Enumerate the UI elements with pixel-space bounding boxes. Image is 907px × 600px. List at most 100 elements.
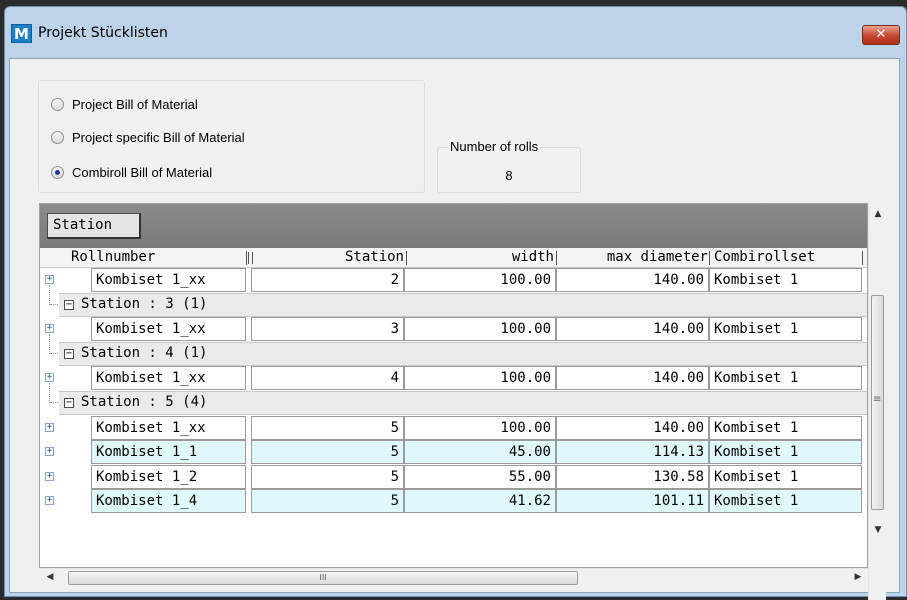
cell-width[interactable]: 100.00 (404, 416, 556, 440)
collapse-group-icon[interactable]: − (64, 349, 74, 359)
column-divider[interactable] (246, 251, 247, 265)
scroll-left-arrow-icon[interactable]: ◀ (41, 572, 59, 582)
column-divider[interactable] (709, 251, 710, 265)
horizontal-scrollbar[interactable]: ◀ III ▶ (39, 568, 868, 586)
radio-combiroll-bom[interactable]: Combiroll Bill of Material (51, 163, 212, 181)
cell-rollnumber[interactable]: Kombiset 1_xx (91, 416, 246, 440)
scroll-right-arrow-icon[interactable]: ▶ (849, 572, 867, 582)
table-row[interactable]: + Kombiset 1_xx 3 100.00 140.00 Kombiset 1 (40, 317, 867, 341)
scroll-up-arrow-icon[interactable]: ▲ (869, 209, 887, 219)
expand-row-icon[interactable]: + (45, 275, 54, 284)
collapse-group-icon[interactable]: − (64, 300, 74, 310)
title-bar[interactable]: M Projekt Stücklisten ✕ (5, 7, 906, 59)
cell-combirollset[interactable]: Kombiset 1 (709, 416, 862, 440)
table-row[interactable]: + Kombiset 1_1 5 45.00 114.13 Kombiset 1 (40, 440, 867, 464)
cell-station[interactable]: 5 (251, 416, 404, 440)
cell-station[interactable]: 4 (251, 366, 404, 390)
cell-width[interactable]: 100.00 (404, 268, 556, 292)
bom-type-group: Project Bill of Material Project specifi… (38, 80, 425, 193)
column-header-station[interactable]: Station (254, 248, 404, 268)
cell-rollnumber[interactable]: Kombiset 1_1 (91, 440, 246, 464)
radio-button-checked-icon[interactable] (51, 165, 64, 179)
cell-width[interactable]: 45.00 (404, 440, 556, 464)
cell-combirollset[interactable]: Kombiset 1 (709, 489, 862, 513)
group-by-panel: Station (40, 204, 867, 248)
cell-width[interactable]: 41.62 (404, 489, 556, 513)
scroll-down-arrow-icon[interactable]: ▼ (869, 525, 887, 535)
expand-row-icon[interactable]: + (45, 472, 54, 481)
expand-row-icon[interactable]: + (45, 373, 54, 382)
dialog-window: M Projekt Stücklisten ✕ Project Bill of … (4, 6, 907, 600)
scroll-grip-icon: ≡ (873, 394, 882, 405)
number-of-rolls-group: Number of rolls 8 (437, 139, 581, 193)
cell-station[interactable]: 3 (251, 317, 404, 341)
radio-project-bom[interactable]: Project Bill of Material (51, 95, 198, 113)
cell-max-diameter[interactable]: 130.58 (556, 465, 709, 489)
grid-header: Rollnumber Station width max diameter Co… (40, 248, 867, 268)
cell-combirollset[interactable]: Kombiset 1 (709, 366, 862, 390)
cell-combirollset[interactable]: Kombiset 1 (709, 317, 862, 341)
cell-width[interactable]: 100.00 (404, 317, 556, 341)
cell-rollnumber[interactable]: Kombiset 1_xx (91, 268, 246, 292)
radio-label: Project specific Bill of Material (72, 129, 245, 145)
cell-station[interactable]: 5 (251, 465, 404, 489)
column-divider[interactable] (556, 251, 557, 265)
column-header-max-diameter[interactable]: max diameter (560, 248, 708, 268)
cell-width[interactable]: 100.00 (404, 366, 556, 390)
number-of-rolls-label: Number of rolls (448, 139, 541, 154)
cell-station[interactable]: 2 (251, 268, 404, 292)
group-row[interactable]: − Station : 4 (1) (59, 342, 867, 366)
table-row[interactable]: + Kombiset 1_xx 4 100.00 140.00 Kombiset 1 (40, 366, 867, 390)
radio-project-specific-bom[interactable]: Project specific Bill of Material (51, 128, 245, 146)
radio-button-icon[interactable] (51, 97, 64, 111)
cell-width[interactable]: 55.00 (404, 465, 556, 489)
tree-connector (49, 383, 50, 403)
vertical-scroll-thumb[interactable]: ≡ (871, 295, 884, 510)
vertical-scrollbar[interactable]: ▲ ≡ ▼ (868, 203, 886, 600)
cell-rollnumber[interactable]: Kombiset 1_xx (91, 366, 246, 390)
expand-row-icon[interactable]: + (45, 423, 54, 432)
tree-connector (50, 402, 58, 403)
expand-row-icon[interactable]: + (45, 496, 54, 505)
group-row[interactable]: − Station : 3 (1) (59, 293, 867, 317)
table-row[interactable]: + Kombiset 1_xx 5 100.00 140.00 Kombiset 1 (40, 416, 867, 440)
radio-button-icon[interactable] (51, 130, 64, 144)
cell-rollnumber[interactable]: Kombiset 1_2 (91, 465, 246, 489)
collapse-group-icon[interactable]: − (64, 398, 74, 408)
cell-max-diameter[interactable]: 140.00 (556, 416, 709, 440)
cell-rollnumber[interactable]: Kombiset 1_4 (91, 489, 246, 513)
window-title: Projekt Stücklisten (38, 25, 168, 41)
cell-station[interactable]: 5 (251, 489, 404, 513)
column-divider[interactable] (406, 251, 407, 265)
cell-rollnumber[interactable]: Kombiset 1_xx (91, 317, 246, 341)
cell-max-diameter[interactable]: 140.00 (556, 268, 709, 292)
number-of-rolls-value: 8 (505, 168, 513, 183)
column-divider[interactable] (862, 251, 863, 265)
group-row[interactable]: − Station : 5 (4) (59, 391, 867, 415)
group-row-label: Station : 3 (1) (81, 296, 208, 312)
column-header-rollnumber[interactable]: Rollnumber (71, 248, 155, 268)
close-button[interactable]: ✕ (862, 25, 900, 45)
cell-max-diameter[interactable]: 140.00 (556, 317, 709, 341)
cell-max-diameter[interactable]: 114.13 (556, 440, 709, 464)
cell-max-diameter[interactable]: 101.11 (556, 489, 709, 513)
cell-max-diameter[interactable]: 140.00 (556, 366, 709, 390)
table-row[interactable]: + Kombiset 1_2 5 55.00 130.58 Kombiset 1 (40, 465, 867, 489)
radio-label: Combiroll Bill of Material (72, 164, 213, 180)
radio-label: Project Bill of Material (72, 96, 198, 112)
group-by-station-chip[interactable]: Station (47, 213, 141, 239)
cell-combirollset[interactable]: Kombiset 1 (709, 268, 862, 292)
expand-row-icon[interactable]: + (45, 324, 54, 333)
cell-combirollset[interactable]: Kombiset 1 (709, 440, 862, 464)
column-header-width[interactable]: width (410, 248, 554, 268)
column-chooser-icon[interactable] (248, 252, 253, 264)
horizontal-scroll-thumb[interactable]: III (68, 571, 578, 585)
cell-combirollset[interactable]: Kombiset 1 (709, 465, 862, 489)
tree-connector (50, 353, 58, 354)
table-row[interactable]: + Kombiset 1_4 5 41.62 101.11 Kombiset 1 (40, 489, 867, 513)
table-row[interactable]: + Kombiset 1_xx 2 100.00 140.00 Kombiset 1 (40, 268, 867, 292)
expand-row-icon[interactable]: + (45, 447, 54, 456)
column-header-combirollset[interactable]: Combirollset (714, 248, 815, 268)
tree-connector (49, 334, 50, 354)
cell-station[interactable]: 5 (251, 440, 404, 464)
